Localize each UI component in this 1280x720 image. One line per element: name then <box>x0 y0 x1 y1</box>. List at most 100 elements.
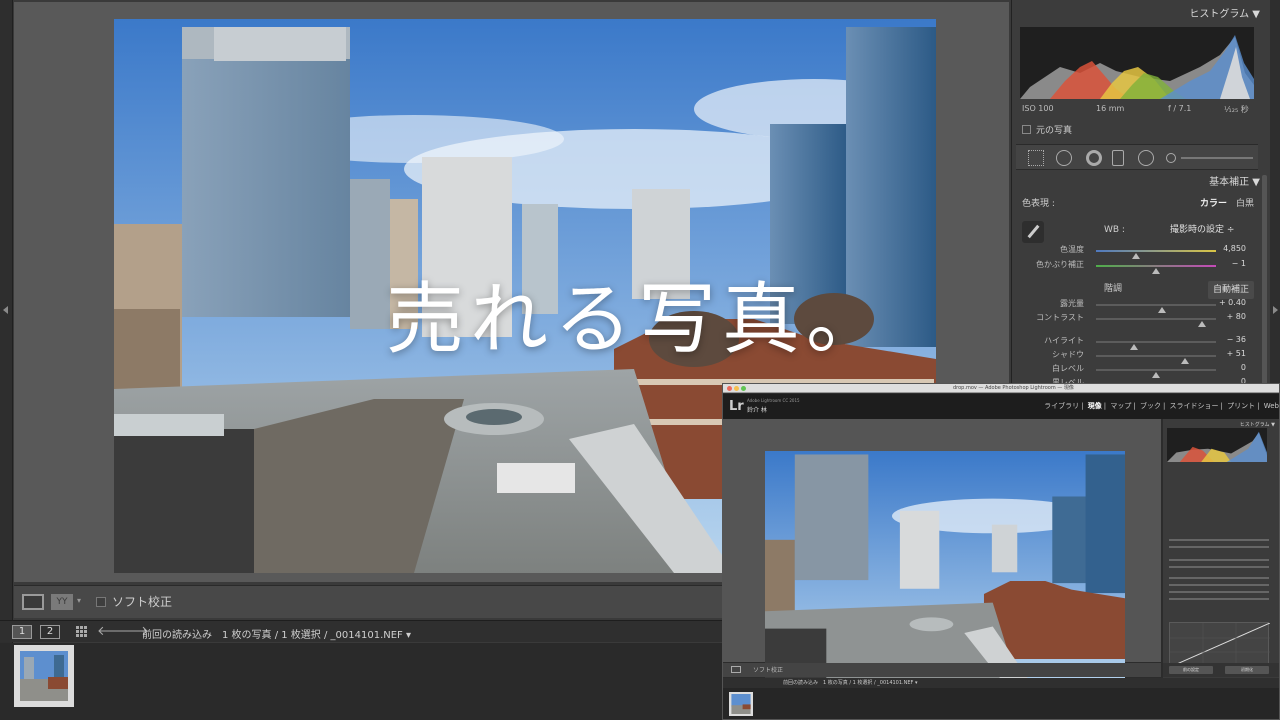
crop-icon[interactable] <box>1028 150 1044 166</box>
inset-filmstrip <box>723 688 1279 719</box>
wb-select[interactable]: 撮影時の設定 ÷ <box>1170 222 1234 238</box>
inset-slider[interactable] <box>1169 591 1269 593</box>
inset-slider[interactable] <box>1169 566 1269 568</box>
treatment-bw-button[interactable]: 白黒 <box>1236 196 1254 212</box>
tool-slider[interactable] <box>1181 157 1253 159</box>
slider-shadows[interactable]: シャドウ + 51 <box>1020 349 1256 364</box>
treatment-color-button[interactable]: カラー <box>1200 196 1227 212</box>
inset-reset-button[interactable]: 初期化 <box>1225 666 1269 674</box>
slider-label: 色温度 <box>1060 245 1084 254</box>
slider-value[interactable]: + 0.40 <box>1219 298 1246 307</box>
slider-track[interactable] <box>1096 318 1216 327</box>
thumbnail-image <box>20 651 68 701</box>
inset-photo-area <box>723 419 1161 691</box>
tone-curve-graph <box>1169 622 1271 668</box>
loupe-view-button[interactable] <box>22 594 44 610</box>
soft-proof-checkbox[interactable] <box>96 597 106 607</box>
inset-slider[interactable] <box>1169 546 1269 548</box>
histogram-iso: ISO 100 <box>1022 104 1054 113</box>
slider-value[interactable]: 0 <box>1241 363 1246 372</box>
histogram-aperture: f / 7.1 <box>1168 104 1192 113</box>
module-print[interactable]: プリント <box>1225 402 1257 410</box>
inset-slider[interactable] <box>1169 577 1269 579</box>
slider-value[interactable]: − 1 <box>1232 259 1246 268</box>
inset-thumbnail[interactable] <box>729 692 753 716</box>
module-picker: ライブラリ | 現像 | マップ | ブック | スライドショー | プリント | Web <box>1042 402 1279 410</box>
slider-value[interactable]: 4,850 <box>1223 244 1246 253</box>
graduated-filter-icon[interactable] <box>1112 150 1124 166</box>
filmstrip-thumbnail[interactable] <box>14 645 74 707</box>
inset-source-path[interactable]: 前回の読み込み 1 枚の写真 / 1 枚選択 / _0014101.NEF ▾ <box>783 679 918 686</box>
inset-histogram-header[interactable]: ヒストグラム ▼ <box>1240 421 1275 428</box>
wb-label: WB : <box>1104 225 1125 235</box>
minimize-icon[interactable] <box>734 386 739 391</box>
left-panel-toggle[interactable] <box>0 0 13 720</box>
filmstrip-source-path[interactable]: 前回の読み込み 1 枚の写真 / 1 枚選択 / _0014101.NEF ▾ <box>142 626 411 641</box>
inset-right-panel: ヒストグラム ▼ <box>1163 419 1279 678</box>
inset-photo <box>765 451 1125 691</box>
slider-track[interactable] <box>1096 265 1216 274</box>
histogram-focal-length: 16 mm <box>1096 104 1125 113</box>
right-arrow-icon <box>1273 306 1278 314</box>
module-library[interactable]: ライブラリ <box>1042 402 1081 410</box>
slider-track[interactable] <box>1096 369 1216 378</box>
inset-screen-capture: drop.mov — Adobe Photoshop Lightroom — 現… <box>722 383 1280 720</box>
module-develop[interactable]: 現像 <box>1086 402 1104 410</box>
slider-track[interactable] <box>1096 355 1216 364</box>
inset-slider[interactable] <box>1169 598 1269 600</box>
histogram-chart <box>1020 27 1254 99</box>
slider-track[interactable] <box>1096 250 1216 259</box>
auto-tone-button[interactable]: 自動補正 <box>1208 281 1255 299</box>
inset-slider[interactable] <box>1169 539 1269 541</box>
original-photo-label: 元の写真 <box>1036 126 1073 136</box>
slider-exposure[interactable]: 露光量 + 0.40 <box>1020 298 1256 313</box>
slider-whites[interactable]: 白レベル 0 <box>1020 363 1256 378</box>
slider-label: シャドウ <box>1052 350 1084 359</box>
inset-soft-proof-label[interactable]: ソフト校正 <box>753 665 783 674</box>
slider-value[interactable]: − 36 <box>1227 335 1246 344</box>
close-icon[interactable] <box>727 386 732 391</box>
slider-thumb[interactable] <box>1197 321 1206 327</box>
primary-window-button[interactable]: 1 <box>12 625 32 639</box>
maximize-icon[interactable] <box>741 386 746 391</box>
inset-previous-button[interactable]: 前の設定 <box>1169 666 1213 674</box>
inset-panel-buttons: 前の設定 初期化 <box>1163 663 1279 677</box>
slider-label: ハイライト <box>1044 336 1084 345</box>
slider-highlights[interactable]: ハイライト − 36 <box>1020 335 1256 350</box>
original-photo-checkbox[interactable] <box>1022 125 1031 134</box>
red-eye-icon[interactable] <box>1086 150 1102 166</box>
slider-track[interactable] <box>1096 304 1216 313</box>
basic-panel-header[interactable]: 基本補正 ▼ <box>1016 172 1266 194</box>
treatment-label: 色表現 : <box>1022 199 1055 209</box>
adjustment-brush-icon[interactable] <box>1166 153 1176 163</box>
inset-loupe-button[interactable] <box>731 666 741 673</box>
radial-filter-icon[interactable] <box>1138 150 1154 166</box>
white-balance-row: WB : 撮影時の設定 ÷ <box>1020 222 1256 238</box>
slider-track[interactable] <box>1096 341 1216 350</box>
grid-view-icon[interactable] <box>76 626 88 638</box>
inset-toolbar: ソフト校正 <box>723 663 1161 677</box>
product-name: Adobe Lightroom CC 2015 <box>747 398 800 403</box>
histogram-header[interactable]: ヒストグラム ▼ <box>1016 4 1266 26</box>
inset-tone-curve[interactable] <box>1169 622 1271 668</box>
chevron-down-icon[interactable]: ▾ <box>77 596 81 605</box>
slider-contrast[interactable]: コントラスト + 80 <box>1020 312 1256 327</box>
module-web[interactable]: Web <box>1262 402 1279 410</box>
inset-slider[interactable] <box>1169 584 1269 586</box>
module-book[interactable]: ブック <box>1138 402 1163 410</box>
slider-thumb[interactable] <box>1152 268 1160 274</box>
spot-removal-icon[interactable] <box>1056 150 1072 166</box>
slider-temperature[interactable]: 色温度 4,850 <box>1020 244 1256 259</box>
secondary-window-button[interactable]: 2 <box>40 625 60 639</box>
module-slideshow[interactable]: スライドショー <box>1168 402 1221 410</box>
window-title: drop.mov — Adobe Photoshop Lightroom — 現… <box>953 385 1074 391</box>
overlay-caption: 売れる写真。 <box>386 275 891 365</box>
inset-slider[interactable] <box>1169 559 1269 561</box>
before-after-button[interactable]: YY <box>51 594 73 610</box>
user-name: 鈴介 林 <box>747 407 767 414</box>
slider-tint[interactable]: 色かぶり補正 − 1 <box>1020 259 1256 274</box>
slider-value[interactable]: + 80 <box>1227 312 1246 321</box>
module-map[interactable]: マップ <box>1108 402 1133 410</box>
slider-value[interactable]: + 51 <box>1227 349 1246 358</box>
window-titlebar: drop.mov — Adobe Photoshop Lightroom — 現… <box>723 384 1279 393</box>
